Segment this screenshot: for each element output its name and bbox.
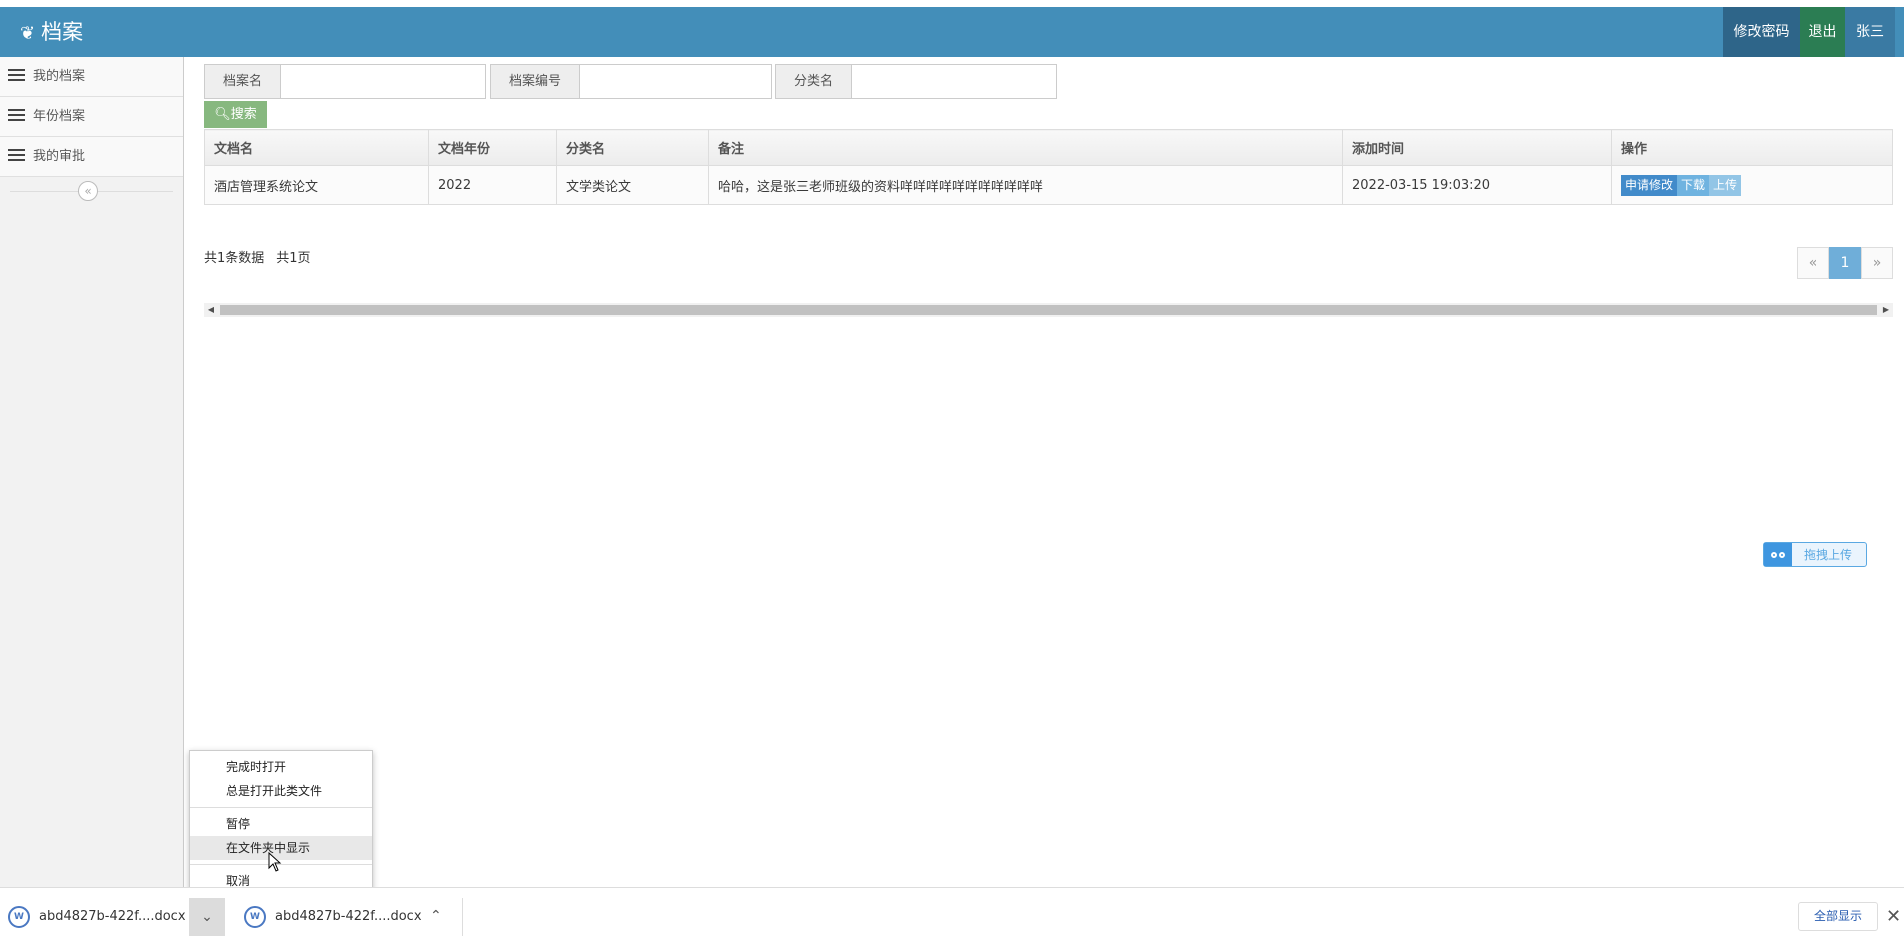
download-button[interactable]: 下载: [1677, 174, 1710, 196]
leaf-icon: ❦: [20, 23, 36, 44]
sidebar-item-my-approvals[interactable]: 我的审批: [0, 137, 183, 177]
docx-file-icon: W: [8, 905, 30, 928]
download-item[interactable]: W abd4827b-422f....docx: [244, 888, 422, 945]
sidebar: 我的档案 年份档案 我的审批 «: [0, 57, 184, 887]
list-icon: [8, 109, 25, 121]
search-field-archive-number: 档案编号: [490, 64, 772, 99]
search-label: 档案编号: [491, 65, 581, 98]
cell-actions: 申请修改 下载 上传: [1611, 165, 1893, 205]
search-button[interactable]: 🔍︎搜索: [204, 101, 267, 128]
sidebar-item-my-archives[interactable]: 我的档案: [0, 57, 183, 97]
scroll-right-icon[interactable]: ▶: [1879, 303, 1893, 317]
logout-button[interactable]: 退出: [1800, 7, 1845, 57]
horizontal-scrollbar[interactable]: ◀ ▶: [204, 303, 1893, 317]
menu-divider: [190, 807, 372, 808]
column-header: 添加时间: [1342, 129, 1612, 166]
drag-upload-widget[interactable]: 拖拽上传: [1763, 542, 1867, 567]
list-icon: [8, 149, 25, 161]
download-item[interactable]: W abd4827b-422f....docx: [8, 888, 186, 945]
change-password-button[interactable]: 修改密码: [1723, 7, 1800, 57]
sidebar-item-label: 年份档案: [33, 109, 86, 124]
chevron-down-icon[interactable]: ⌄: [189, 898, 225, 936]
scroll-left-icon[interactable]: ◀: [204, 303, 218, 317]
collapse-sidebar-icon[interactable]: «: [78, 181, 98, 201]
column-header: 操作: [1611, 129, 1893, 166]
archive-table: 文档名 文档年份 分类名 备注 添加时间 操作 酒店管理系统论文 2022 文学…: [204, 129, 1893, 205]
drag-upload-label: 拖拽上传: [1804, 548, 1853, 562]
request-edit-button[interactable]: 申请修改: [1621, 174, 1678, 196]
column-header: 文档名: [204, 129, 429, 166]
divider: [462, 898, 463, 936]
menu-item-open-when-done[interactable]: 完成时打开: [190, 755, 372, 779]
app-brand[interactable]: ❦ 档案: [20, 7, 83, 57]
cell-doc-year: 2022: [428, 165, 557, 205]
record-summary: 共1条数据 共1页: [204, 247, 323, 266]
top-header: ❦ 档案 修改密码 退出 张三: [0, 7, 1904, 57]
prev-page-button[interactable]: «: [1797, 247, 1829, 279]
search-label: 分类名: [776, 65, 853, 98]
sidebar-collapse-row: «: [0, 177, 183, 205]
download-context-menu: 完成时打开 总是打开此类文件 暂停 在文件夹中显示 取消: [189, 750, 373, 897]
close-download-bar-icon[interactable]: ✕: [1886, 902, 1901, 931]
archive-name-input[interactable]: [281, 65, 482, 98]
upload-button[interactable]: 上传: [1709, 174, 1742, 196]
search-icon: 🔍︎: [214, 107, 231, 122]
download-bar: W abd4827b-422f....docx ⌄ W abd4827b-422…: [0, 887, 1904, 944]
app-title: 档案: [41, 20, 84, 44]
page-button-current[interactable]: 1: [1829, 247, 1861, 279]
menu-item-pause[interactable]: 暂停: [190, 812, 372, 836]
sidebar-item-label: 我的审批: [33, 149, 86, 164]
archive-number-input[interactable]: [580, 65, 767, 98]
search-field-category: 分类名: [775, 64, 1057, 99]
column-header: 备注: [708, 129, 1343, 166]
chevron-up-icon[interactable]: ⌃: [430, 888, 442, 945]
search-field-archive-name: 档案名: [204, 64, 486, 99]
cell-category: 文学类论文: [556, 165, 709, 205]
menu-item-always-open[interactable]: 总是打开此类文件: [190, 779, 372, 803]
download-filename: abd4827b-422f....docx: [39, 909, 186, 924]
cell-doc-name: 酒店管理系统论文: [204, 165, 429, 205]
category-input[interactable]: [852, 65, 1053, 98]
cell-note: 哈哈，这是张三老师班级的资料咩咩咩咩咩咩咩咩咩咩咩: [708, 165, 1343, 205]
total-pages: 共1页: [276, 251, 311, 266]
next-page-button[interactable]: »: [1861, 247, 1893, 279]
sidebar-item-label: 我的档案: [33, 69, 86, 84]
download-filename: abd4827b-422f....docx: [275, 909, 422, 924]
pagination: « 1 »: [1797, 247, 1893, 279]
sidebar-item-year-archives[interactable]: 年份档案: [0, 97, 183, 137]
column-header: 文档年份: [428, 129, 557, 166]
scrollbar-thumb[interactable]: [220, 305, 1877, 315]
search-button-label: 搜索: [230, 107, 257, 122]
total-records: 共1条数据: [204, 251, 265, 266]
list-icon: [8, 69, 25, 81]
cell-added-time: 2022-03-15 19:03:20: [1342, 165, 1612, 205]
search-label: 档案名: [205, 65, 282, 98]
docx-file-icon: W: [244, 905, 266, 928]
user-menu-button[interactable]: 张三: [1845, 7, 1895, 57]
table-row: 酒店管理系统论文 2022 文学类论文 哈哈，这是张三老师班级的资料咩咩咩咩咩咩…: [204, 165, 1893, 205]
column-header: 分类名: [556, 129, 709, 166]
cloud-icon: [1764, 543, 1792, 566]
table-header-row: 文档名 文档年份 分类名 备注 添加时间 操作: [204, 129, 1893, 166]
show-all-downloads-button[interactable]: 全部显示: [1798, 902, 1878, 931]
mouse-cursor-icon: [268, 852, 282, 872]
